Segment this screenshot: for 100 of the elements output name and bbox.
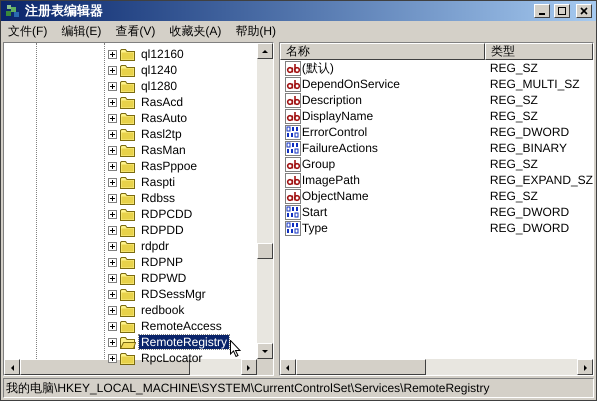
expand-icon[interactable] (108, 210, 117, 218)
folder-icon (120, 128, 136, 140)
binary-value-icon (284, 220, 301, 236)
arrow-icon (261, 348, 268, 354)
expand-icon[interactable] (108, 338, 117, 346)
tree-item[interactable]: RDPCDD (139, 207, 194, 221)
arrow-icon (261, 48, 268, 54)
status-bar: 我的电脑\HKEY_LOCAL_MACHINE\SYSTEM\CurrentControlSet\Services\RemoteRegistry (3, 378, 594, 398)
tree-item[interactable]: Rdbss (139, 191, 178, 205)
value-type: REG_EXPAND_SZ (488, 172, 593, 189)
scroll-thumb[interactable] (296, 359, 426, 375)
expand-icon[interactable] (108, 162, 117, 170)
menu-item[interactable]: 文件(F) (1, 22, 54, 40)
value-name[interactable]: FailureActions (302, 139, 378, 157)
horizontal-scrollbar[interactable] (280, 359, 593, 375)
tree-item[interactable]: rdpdr (139, 239, 172, 253)
maximize-button[interactable] (554, 4, 570, 18)
value-name[interactable]: Description (302, 91, 362, 109)
expand-icon[interactable] (108, 114, 117, 122)
tree-item[interactable]: RemoteAccess (139, 319, 224, 333)
folder-icon (120, 48, 136, 60)
folder-icon (120, 240, 136, 252)
expand-icon[interactable] (108, 354, 117, 362)
folder-icon (120, 272, 136, 284)
string-value-icon (284, 108, 301, 124)
column-header[interactable]: 名称 (280, 43, 485, 60)
scroll-down-button[interactable] (256, 343, 273, 359)
tree-item[interactable]: ql1240 (139, 63, 180, 77)
scroll-right-button[interactable] (577, 359, 593, 375)
value-name[interactable]: ErrorControl (302, 123, 368, 141)
tree-item[interactable]: RemoteRegistry (139, 335, 230, 349)
tree-item[interactable]: ql1280 (139, 79, 180, 93)
arrow-icon (582, 364, 588, 370)
vertical-scrollbar[interactable] (256, 43, 273, 359)
expand-icon[interactable] (108, 242, 117, 250)
tree-item[interactable]: Raspti (139, 175, 178, 189)
menu-item[interactable]: 编辑(E) (54, 22, 108, 40)
tree-item[interactable]: RasAuto (139, 111, 190, 125)
tree-item[interactable]: ql12160 (139, 47, 186, 61)
expand-icon[interactable] (108, 130, 117, 138)
scroll-up-button[interactable] (256, 43, 273, 59)
string-value-icon (284, 76, 301, 92)
menu-item[interactable]: 收藏夹(A) (162, 22, 228, 40)
menu-item[interactable]: 查看(V) (108, 22, 162, 40)
window-title: 注册表编辑器 (25, 2, 104, 20)
value-type: REG_DWORD (488, 204, 570, 221)
tree-item[interactable]: RasMan (139, 143, 188, 157)
tree-item[interactable]: Rasl2tp (139, 127, 184, 141)
mouse-pointer-icon (230, 340, 242, 358)
folder-icon (120, 256, 136, 268)
value-name[interactable]: DependOnService (302, 75, 400, 93)
expand-icon[interactable] (108, 194, 117, 202)
tree-item[interactable]: RasAcd (139, 95, 186, 109)
value-type: REG_MULTI_SZ (488, 76, 580, 93)
value-name[interactable]: ObjectName (302, 187, 369, 205)
close-button[interactable] (576, 4, 592, 18)
expand-icon[interactable] (108, 66, 117, 74)
scrollbar-corner (256, 359, 273, 375)
scroll-right-button[interactable] (240, 359, 257, 375)
tree-item[interactable]: RpcLocator (139, 351, 204, 365)
maximize-icon (558, 7, 566, 15)
value-name[interactable]: Start (302, 203, 328, 221)
value-type: REG_SZ (488, 156, 538, 173)
value-name[interactable]: Type (302, 219, 328, 237)
folder-icon (120, 224, 136, 236)
folder-icon (120, 176, 136, 188)
expand-icon[interactable] (108, 178, 117, 186)
expand-icon[interactable] (108, 290, 117, 298)
folder-icon (120, 208, 136, 220)
value-name[interactable]: (默认) (302, 59, 334, 77)
expand-icon[interactable] (108, 82, 117, 90)
scroll-thumb[interactable] (256, 243, 273, 259)
expand-icon[interactable] (108, 146, 117, 154)
menu-item[interactable]: 帮助(H) (228, 22, 283, 40)
tree-item[interactable]: redbook (139, 303, 186, 317)
tree-item[interactable]: RDPDD (139, 223, 186, 237)
tree-item[interactable]: RDPWD (139, 271, 188, 285)
expand-icon[interactable] (108, 98, 117, 106)
string-value-icon (284, 92, 301, 108)
tree-item[interactable]: RasPppoe (139, 159, 200, 173)
value-name[interactable]: DisplayName (302, 107, 374, 125)
value-name[interactable]: Group (302, 155, 336, 173)
expand-icon[interactable] (108, 50, 117, 58)
value-type: REG_DWORD (488, 220, 570, 237)
tree-item[interactable]: RDPNP (139, 255, 186, 269)
tree-item[interactable]: RDSessMgr (139, 287, 208, 301)
folder-icon (120, 288, 136, 300)
expand-icon[interactable] (108, 306, 117, 314)
scroll-left-button[interactable] (280, 359, 296, 375)
scroll-left-button[interactable] (4, 359, 20, 375)
expand-icon[interactable] (108, 274, 117, 282)
expand-icon[interactable] (108, 226, 117, 234)
value-type: REG_BINARY (488, 140, 567, 157)
column-header[interactable]: 类型 (484, 43, 593, 60)
folder-icon (120, 192, 136, 204)
value-name[interactable]: ImagePath (302, 171, 360, 189)
minimize-button[interactable] (534, 4, 550, 18)
expand-icon[interactable] (108, 322, 117, 330)
expand-icon[interactable] (108, 258, 117, 266)
folder-icon (120, 352, 136, 364)
